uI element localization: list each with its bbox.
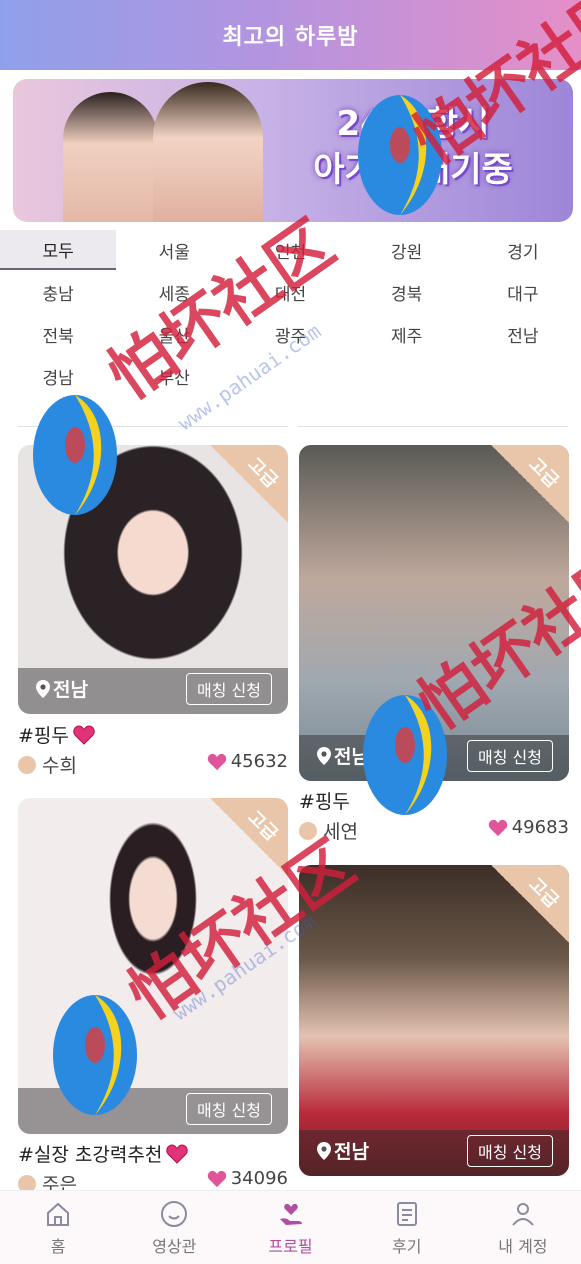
region-gyeongnam[interactable]: 경남 <box>0 356 116 396</box>
region-chungnam[interactable]: 충남 <box>0 272 116 312</box>
banner-photo-right <box>153 82 263 222</box>
tab-reviews[interactable]: 후기 <box>349 1191 465 1264</box>
region-gangwon[interactable]: 강원 <box>349 230 465 270</box>
tab-account[interactable]: 내 계정 <box>465 1191 581 1264</box>
region-row: 경남 부산 <box>0 356 581 398</box>
region-gyeonggi[interactable]: 경기 <box>465 230 581 270</box>
like-count[interactable]: 49683 <box>488 817 569 838</box>
like-count[interactable]: 34096 <box>207 1168 288 1189</box>
region-all[interactable]: 모두 <box>0 230 117 270</box>
card-tag: #핑두 <box>18 721 95 748</box>
profile-card[interactable]: 고급 전남 매칭 신청 #핑두 세연 49683 <box>299 445 569 845</box>
heart-hand-icon <box>279 1203 302 1225</box>
like-heart-icon <box>488 819 507 836</box>
heart-icon <box>73 724 95 745</box>
grade-ribbon: 고급 <box>210 798 288 876</box>
card-tag: #핑두 <box>299 791 350 813</box>
location-label: 전남 <box>317 742 369 769</box>
region-jeju[interactable]: 제주 <box>349 314 465 354</box>
profile-photo[interactable]: 고급 전남 매칭 신청 <box>299 445 569 781</box>
match-request-button[interactable]: 매칭 신청 <box>186 673 272 705</box>
page-title: 최고의 하루밤 <box>222 25 359 50</box>
profile-photo[interactable]: 고급 전남 매칭 신청 <box>18 445 288 714</box>
match-request-button[interactable]: 매칭 신청 <box>186 1093 272 1125</box>
location-text: 전남 <box>334 1141 369 1163</box>
region-busan[interactable]: 부산 <box>116 356 232 396</box>
location-pin-icon <box>317 746 331 765</box>
banner-photo-left <box>63 92 158 222</box>
profile-card[interactable]: 고급 전남 매칭 신청 <box>299 865 569 1190</box>
region-ulsan[interactable]: 울산 <box>116 314 232 354</box>
card-user: 수희 <box>18 751 77 778</box>
banner-line-2: 아가씨 대기중 <box>313 150 513 190</box>
banner-text: 24시 항시 아가씨 대기중 <box>263 101 563 193</box>
region-gwangju[interactable]: 광주 <box>232 314 348 354</box>
region-incheon[interactable]: 인천 <box>232 230 348 270</box>
profile-card[interactable]: 고급 매칭 신청 #실장 초강력추천 주은 34096 <box>18 798 288 1196</box>
region-gyeongbuk[interactable]: 경북 <box>349 272 465 312</box>
region-row: 전북 울산 광주 제주 전남 <box>0 314 581 356</box>
home-icon <box>47 1202 70 1226</box>
region-daejeon[interactable]: 대전 <box>232 272 348 312</box>
review-icon <box>396 1201 417 1226</box>
heart-icon <box>166 1143 189 1164</box>
region-daegu[interactable]: 대구 <box>465 272 581 312</box>
location-text: 전남 <box>53 679 88 701</box>
region-sejong[interactable]: 세종 <box>116 272 232 312</box>
region-row: 충남 세종 대전 경북 대구 <box>0 272 581 314</box>
region-row: 모두 서울 인천 강원 경기 <box>0 230 581 272</box>
app-header: 최고의 하루밤 <box>0 0 581 70</box>
promo-banner[interactable]: 24시 항시 아가씨 대기중 <box>13 79 573 222</box>
grade-ribbon: 고급 <box>491 865 569 943</box>
divider <box>298 426 568 427</box>
like-count[interactable]: 45632 <box>207 751 288 772</box>
profile-card[interactable]: 고급 전남 매칭 신청 #핑두 수희 45632 <box>18 445 288 785</box>
user-avatar-dot <box>18 755 36 774</box>
like-heart-icon <box>207 1170 226 1187</box>
user-avatar-dot <box>299 821 317 840</box>
match-request-button[interactable]: 매칭 신청 <box>467 1135 553 1167</box>
region-seoul[interactable]: 서울 <box>116 230 232 270</box>
location-text: 전남 <box>334 746 369 768</box>
card-tag: #실장 초강력추천 <box>18 1140 189 1167</box>
profile-photo[interactable]: 고급 매칭 신청 <box>18 798 288 1134</box>
location-pin-icon <box>317 1141 331 1160</box>
tab-home[interactable]: 홈 <box>0 1191 116 1264</box>
like-heart-icon <box>207 753 226 770</box>
grade-ribbon: 고급 <box>491 445 569 523</box>
location-label: 전남 <box>317 1137 369 1164</box>
location-label: 전남 <box>36 675 88 702</box>
match-request-button[interactable]: 매칭 신청 <box>467 740 553 772</box>
tab-videos[interactable]: 영상관 <box>116 1191 232 1264</box>
tab-profile[interactable]: 프로필 <box>232 1191 348 1264</box>
banner-line-1: 24시 항시 <box>336 104 490 144</box>
user-icon <box>512 1202 534 1226</box>
grade-ribbon: 고급 <box>210 445 288 523</box>
region-filter: 모두 서울 인천 강원 경기 충남 세종 대전 경북 대구 전북 울산 광주 제… <box>0 230 581 398</box>
smile-icon <box>161 1200 188 1227</box>
divider <box>18 426 288 427</box>
region-jeonnam[interactable]: 전남 <box>465 314 581 354</box>
card-user: 세연 <box>299 817 358 844</box>
region-jeonbuk[interactable]: 전북 <box>0 314 116 354</box>
bottom-tab-bar: 홈 영상관 프로필 후기 내 계정 <box>0 1190 581 1264</box>
location-pin-icon <box>36 679 50 698</box>
profile-photo[interactable]: 고급 전남 매칭 신청 <box>299 865 569 1176</box>
